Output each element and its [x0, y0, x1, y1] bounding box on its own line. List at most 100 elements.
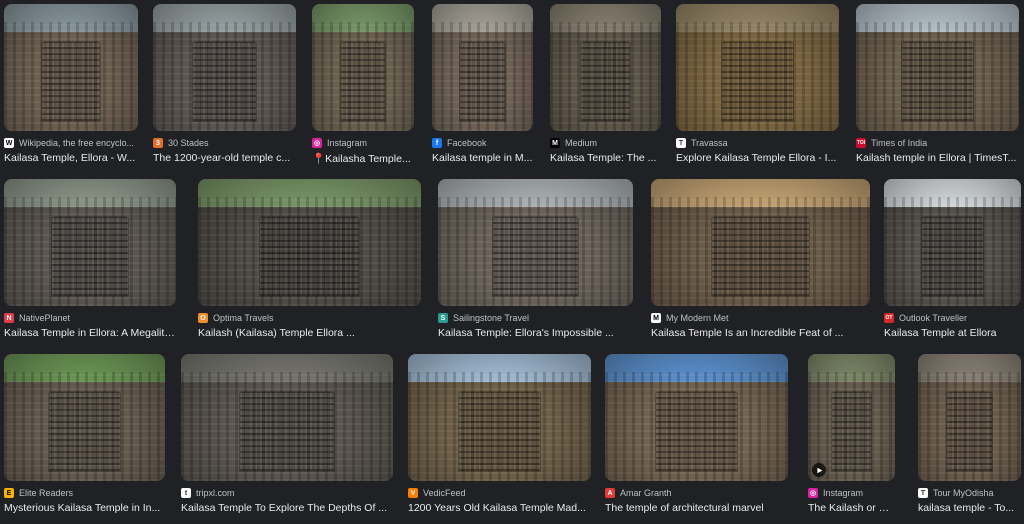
result-thumbnail[interactable]	[4, 179, 176, 306]
result-source-name: Outlook Traveller	[899, 313, 968, 323]
result-thumbnail[interactable]	[181, 354, 393, 481]
result-source[interactable]: 3 30 Stades	[153, 137, 296, 149]
result-thumbnail[interactable]	[676, 4, 839, 131]
result-source[interactable]: t tripxl.com	[181, 487, 393, 499]
result-source[interactable]: f Facebook	[432, 137, 533, 149]
image-result-card[interactable]: T Tour MyOdisha kailasa temple - To...	[918, 354, 1021, 514]
amar-granth-icon: A	[605, 488, 615, 498]
result-source[interactable]: M My Modern Met	[651, 312, 870, 324]
result-title[interactable]: Explore Kailasa Temple Ellora - I...	[676, 152, 839, 164]
result-title[interactable]: 📍Kailasha Temple...	[312, 152, 414, 165]
vedicfeed-icon: V	[408, 488, 418, 498]
result-source[interactable]: V VedicFeed	[408, 487, 591, 499]
travassa-icon: T	[676, 138, 686, 148]
result-source[interactable]: OT Outlook Traveller	[884, 312, 1021, 324]
result-thumbnail[interactable]	[550, 4, 661, 131]
result-source[interactable]: ◎ Instagram	[808, 487, 895, 499]
thumbnail-vignette	[856, 4, 1019, 131]
image-result-card[interactable]: t tripxl.com Kailasa Temple To Explore The…	[181, 354, 393, 514]
result-title[interactable]: Kailasa Temple in Ellora: A Megalith...	[4, 327, 176, 339]
result-source[interactable]: A Amar Granth	[605, 487, 788, 499]
thumbnail-vignette	[312, 4, 414, 131]
result-title[interactable]: Kailasa Temple To Explore The Depths Of …	[181, 502, 393, 514]
image-result-card[interactable]: O Optima Travels Kailash (Kailasa) Temple …	[198, 179, 421, 339]
image-result-card[interactable]: E Elite Readers Mysterious Kailasa Temple …	[4, 354, 165, 514]
image-result-card[interactable]: ◎ Instagram The Kailash or Kail...	[808, 354, 895, 514]
result-title[interactable]: Kailasa temple in M...	[432, 152, 533, 164]
image-result-card[interactable]: M My Modern Met Kailasa Temple Is an Incre…	[651, 179, 870, 339]
result-title[interactable]: Kailasa Temple: Ellora's Impossible ...	[438, 327, 633, 339]
times-of-india-icon: TOI	[856, 138, 866, 148]
thumbnail-vignette	[4, 354, 165, 481]
result-thumbnail[interactable]	[4, 354, 165, 481]
result-source[interactable]: ◎ Instagram	[312, 137, 414, 149]
result-title[interactable]: Kailasa Temple Is an Incredible Feat of …	[651, 327, 870, 339]
result-title[interactable]: The 1200-year-old temple c...	[153, 152, 296, 164]
result-thumbnail[interactable]	[605, 354, 788, 481]
result-title[interactable]: Kailash temple in Ellora | TimesT...	[856, 152, 1019, 164]
result-thumbnail[interactable]	[4, 4, 138, 131]
image-result-card[interactable]: S Sailingstone Travel Kailasa Temple: Ello…	[438, 179, 633, 339]
image-result-card[interactable]: A Amar Granth The temple of architectural …	[605, 354, 788, 514]
thumbnail-vignette	[438, 179, 633, 306]
result-title[interactable]: kailasa temple - To...	[918, 502, 1021, 514]
instagram-icon: ◎	[808, 488, 818, 498]
result-thumbnail[interactable]	[408, 354, 591, 481]
sailingstone-icon: S	[438, 313, 448, 323]
image-result-card[interactable]: T Travassa Explore Kailasa Temple Ellora -…	[676, 4, 839, 164]
result-thumbnail[interactable]	[918, 354, 1021, 481]
elite-readers-icon: E	[4, 488, 14, 498]
result-source-name: My Modern Met	[666, 313, 729, 323]
result-source-name: 30 Stades	[168, 138, 209, 148]
result-title[interactable]: The temple of architectural marvel	[605, 502, 788, 514]
thumbnail-vignette	[651, 179, 870, 306]
image-result-card[interactable]: M Medium Kailasa Temple: The ...	[550, 4, 661, 164]
image-result-card[interactable]: f Facebook Kailasa temple in M...	[432, 4, 533, 164]
thumbnail-vignette	[808, 354, 895, 481]
result-source[interactable]: O Optima Travels	[198, 312, 421, 324]
result-title[interactable]: Kailasa Temple, Ellora - W...	[4, 152, 138, 164]
result-source[interactable]: T Travassa	[676, 137, 839, 149]
result-source-name: Tour MyOdisha	[933, 488, 994, 498]
result-source-name: Travassa	[691, 138, 728, 148]
result-thumbnail[interactable]	[153, 4, 296, 131]
thumbnail-vignette	[605, 354, 788, 481]
result-thumbnail[interactable]	[856, 4, 1019, 131]
result-thumbnail[interactable]	[432, 4, 533, 131]
thumbnail-vignette	[153, 4, 296, 131]
30-stades-icon: 3	[153, 138, 163, 148]
result-source[interactable]: TOI Times of India	[856, 137, 1019, 149]
image-result-card[interactable]: V VedicFeed 1200 Years Old Kailasa Temple …	[408, 354, 591, 514]
thumbnail-vignette	[4, 179, 176, 306]
result-source[interactable]: E Elite Readers	[4, 487, 165, 499]
result-source-name: Instagram	[327, 138, 368, 148]
result-source[interactable]: W Wikipedia, the free encyclo...	[4, 137, 138, 149]
image-result-card[interactable]: TOI Times of India Kailash temple in Ellor…	[856, 4, 1019, 164]
result-thumbnail[interactable]	[312, 4, 414, 131]
result-source-name: Wikipedia, the free encyclo...	[19, 138, 135, 148]
image-result-card[interactable]: OT Outlook Traveller Kailasa Temple at Ell…	[884, 179, 1021, 339]
outlook-traveller-icon: OT	[884, 313, 894, 323]
result-title[interactable]: The Kailash or Kail...	[808, 502, 895, 514]
image-result-card[interactable]: 3 30 Stades The 1200-year-old temple c...	[153, 4, 296, 164]
result-title[interactable]: Kailasa Temple: The ...	[550, 152, 661, 164]
result-title[interactable]: Kailash (Kailasa) Temple Ellora ...	[198, 327, 421, 339]
thumbnail-vignette	[408, 354, 591, 481]
tripxl-icon: t	[181, 488, 191, 498]
result-source[interactable]: N NativePlanet	[4, 312, 176, 324]
result-thumbnail[interactable]	[651, 179, 870, 306]
result-title[interactable]: Mysterious Kailasa Temple in In...	[4, 502, 165, 514]
result-source[interactable]: S Sailingstone Travel	[438, 312, 633, 324]
result-thumbnail[interactable]	[884, 179, 1021, 306]
thumbnail-vignette	[676, 4, 839, 131]
image-result-card[interactable]: ◎ Instagram 📍Kailasha Temple...	[312, 4, 414, 165]
result-title[interactable]: Kailasa Temple at Ellora	[884, 327, 1021, 339]
result-source[interactable]: T Tour MyOdisha	[918, 487, 1021, 499]
result-source[interactable]: M Medium	[550, 137, 661, 149]
result-thumbnail[interactable]	[438, 179, 633, 306]
image-result-card[interactable]: W Wikipedia, the free encyclo... Kailasa T…	[4, 4, 138, 164]
result-thumbnail[interactable]	[198, 179, 421, 306]
result-title[interactable]: 1200 Years Old Kailasa Temple Mad...	[408, 502, 591, 514]
result-thumbnail[interactable]	[808, 354, 895, 481]
image-result-card[interactable]: N NativePlanet Kailasa Temple in Ellora: A…	[4, 179, 176, 339]
